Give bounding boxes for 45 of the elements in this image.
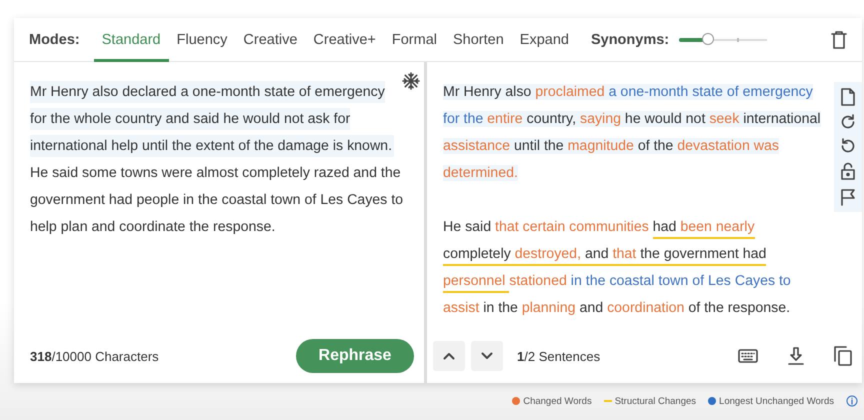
output-paragraph: Mr Henry also proclaimed a one-month state of emergency for the entire country, saying he would not seek international assistance until the magnitude of the devastation was determined.	[443, 83, 822, 183]
legend-label: Structural Changes	[614, 396, 696, 406]
delete-button[interactable]	[830, 30, 848, 50]
mode-tab[interactable]: Creative+	[305, 18, 384, 62]
chevron-up-icon	[443, 352, 455, 360]
legend-label: Changed Words	[523, 396, 592, 406]
snowflake-icon	[402, 72, 420, 90]
document-icon	[840, 88, 856, 106]
mode-tab[interactable]: Fluency	[168, 18, 236, 62]
character-count: 318/10000 Characters	[30, 348, 159, 364]
unlocked-padlock-icon	[840, 162, 856, 180]
lock-button[interactable]	[840, 162, 856, 180]
download-button[interactable]	[788, 347, 804, 365]
redo-button[interactable]	[840, 114, 856, 130]
rephrase-button[interactable]: Rephrase	[296, 339, 414, 373]
flag-icon	[840, 188, 856, 206]
synonyms-slider[interactable]	[679, 32, 768, 46]
previous-sentence-button[interactable]	[433, 341, 465, 371]
freeze-button[interactable]	[402, 72, 420, 90]
next-sentence-button[interactable]	[471, 341, 503, 371]
mode-tab[interactable]: Standard	[94, 18, 169, 62]
undo-icon	[840, 138, 856, 154]
sentence-count: 1/2 Sentences	[517, 348, 602, 364]
slider-thumb[interactable]	[702, 32, 714, 44]
trash-icon	[830, 30, 848, 50]
keyboard-button[interactable]	[738, 349, 758, 363]
undo-button[interactable]	[840, 138, 856, 154]
download-icon	[788, 347, 804, 365]
mode-tab[interactable]: Creative	[235, 18, 306, 62]
synonyms-label: Synonyms:	[590, 32, 670, 48]
info-icon[interactable]	[846, 395, 858, 407]
redo-icon	[840, 114, 856, 130]
mode-tab[interactable]: Expand	[512, 18, 577, 62]
chevron-down-icon	[481, 352, 493, 360]
copy-button[interactable]	[834, 346, 852, 366]
mode-tab[interactable]: Formal	[384, 18, 445, 62]
copy-icon	[834, 346, 852, 366]
mode-tab[interactable]: Shorten	[444, 18, 512, 62]
keyboard-icon	[738, 349, 758, 363]
new-document-button[interactable]	[840, 88, 856, 106]
legend-label: Longest Unchanged Words	[719, 396, 834, 406]
input-text[interactable]: Mr Henry also declared a one-month state of emergency for the whole country and said he would not ask for international help until the extent of the damage is known. He said some towns were almost completely razed and the government had people in the coastal town of Les Cayes to help plan and coordinate the response.	[30, 79, 404, 241]
flag-button[interactable]	[840, 188, 856, 206]
modes-label: Modes:	[29, 32, 80, 48]
output-paragraph: He said that certain communities had been nearly completely destroyed, and that the government had personnel stationed in the coastal town of Les Cayes to assist in the planning and coordination of the response.	[443, 218, 792, 318]
